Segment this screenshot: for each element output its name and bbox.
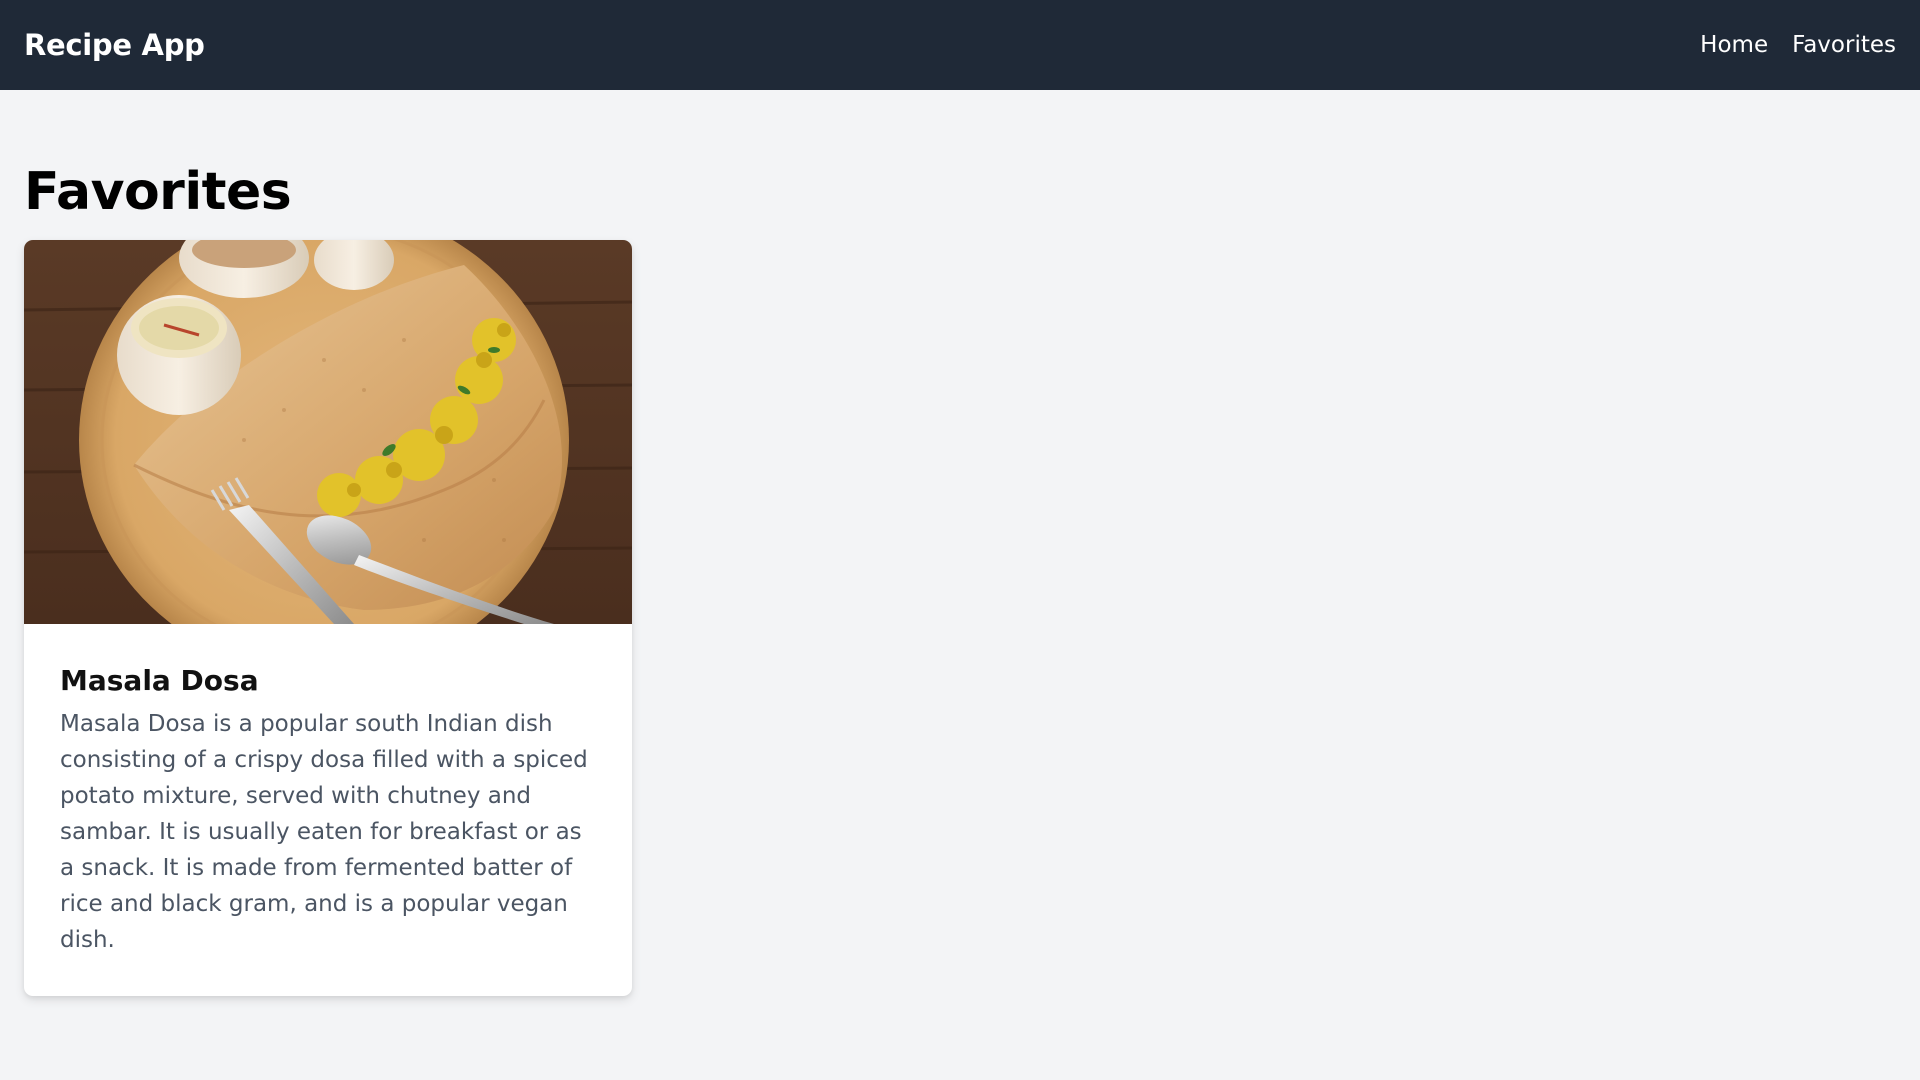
navbar: Recipe App Home Favorites xyxy=(0,0,1920,90)
nav-links: Home Favorites xyxy=(1700,32,1896,58)
recipe-card[interactable]: Masala Dosa Masala Dosa is a popular sou… xyxy=(24,240,632,996)
nav-link-home[interactable]: Home xyxy=(1700,32,1768,58)
recipe-description: Masala Dosa is a popular south Indian di… xyxy=(60,710,588,953)
main-content: Favorites Masala Dosa Masala Dosa is a p… xyxy=(0,90,1920,996)
recipe-image xyxy=(24,240,632,624)
recipe-title: Masala Dosa xyxy=(60,664,259,697)
brand-logo[interactable]: Recipe App xyxy=(24,28,205,62)
page-title: Favorites xyxy=(24,162,292,222)
card-body: Masala Dosa Masala Dosa is a popular sou… xyxy=(24,624,632,996)
nav-link-favorites[interactable]: Favorites xyxy=(1792,32,1896,58)
